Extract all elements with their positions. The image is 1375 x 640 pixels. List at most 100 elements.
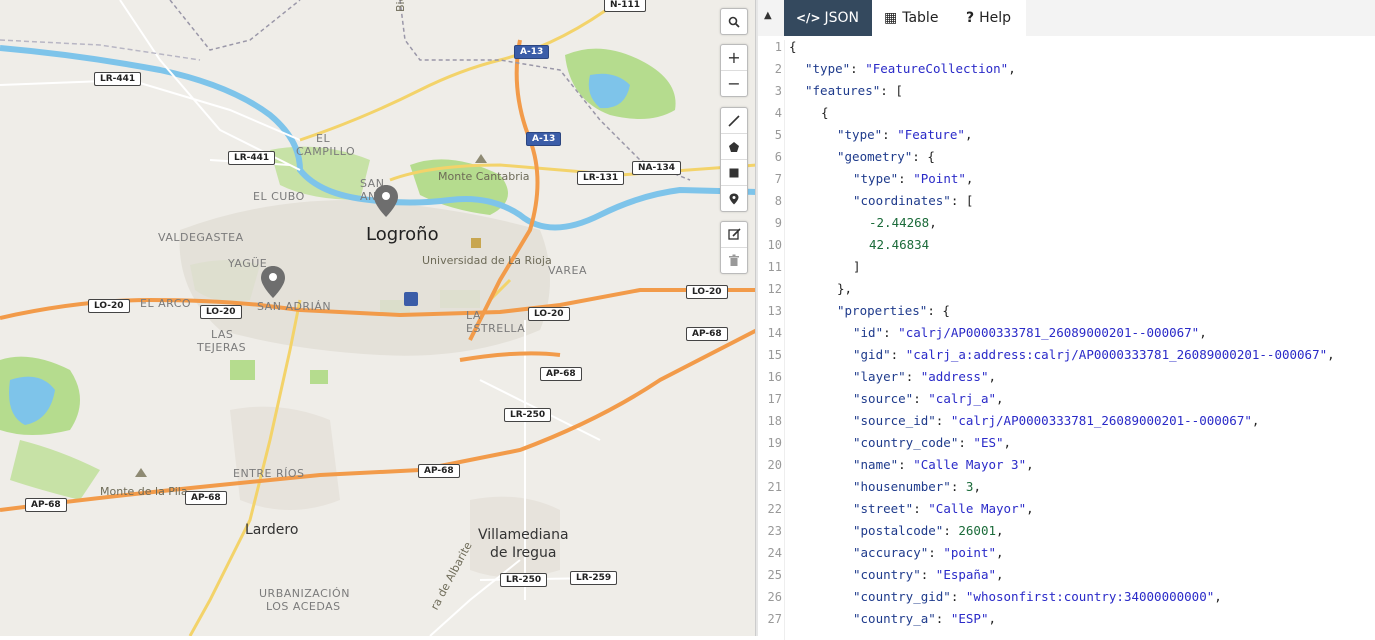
json-punct: , [929, 215, 937, 230]
code-line: "type": "Point", [789, 171, 973, 186]
city-logrono: Logroño [366, 224, 439, 245]
json-punct: : [882, 127, 898, 142]
json-string: "España" [935, 567, 997, 582]
tab-help[interactable]: ? Help [954, 0, 1026, 36]
json-punct: : [898, 457, 914, 472]
json-key: "source" [853, 391, 914, 406]
json-punct: , [964, 127, 973, 142]
draw-marker-button[interactable] [721, 186, 747, 211]
road-ap68-d: AP-68 [185, 491, 227, 505]
road-lr441-b: LR-441 [228, 151, 276, 165]
json-key: "properties" [837, 303, 928, 318]
code-line: "type": "Feature", [789, 127, 972, 142]
json-key: "postalcode" [853, 523, 944, 538]
district-san-adrian: SAN ADRIÁN [257, 300, 332, 313]
json-punct: , [996, 391, 1004, 406]
line-number: 18 [767, 414, 782, 428]
district-las-tejeras-1: LAS [211, 328, 234, 341]
district-entre-rios: ENTRE RÍOS [233, 467, 305, 480]
district-valdegastea: VALDEGASTEA [158, 231, 244, 244]
road-n111: N-111 [604, 0, 647, 12]
tab-help-label: Help [979, 10, 1012, 26]
code-line: "source_id": "calrj/AP0000333781_2608900… [789, 413, 1259, 428]
line-number: 2 [774, 62, 782, 76]
json-punct: ] [853, 259, 861, 274]
code-line: "id": "calrj/AP0000333781_26089000201--0… [789, 325, 1207, 340]
district-las-tejeras-2: TEJERAS [197, 341, 247, 354]
json-string: "Point" [913, 171, 966, 186]
json-punct: , [1251, 413, 1260, 428]
json-punct: }, [837, 281, 853, 296]
json-punct: : [950, 479, 966, 494]
json-key: "layer" [853, 369, 906, 384]
map-marker-icon[interactable] [260, 265, 286, 299]
json-string: "FeatureCollection" [865, 61, 1009, 76]
road-ap68-c: AP-68 [418, 464, 460, 478]
search-icon [728, 16, 740, 28]
json-punct: : [958, 435, 974, 450]
draw-polygon-button[interactable] [721, 134, 747, 160]
edit-control [720, 221, 748, 274]
json-key: "country" [853, 567, 921, 582]
code-line: "country": "España", [789, 567, 1004, 582]
line-number: 3 [774, 84, 782, 98]
map-view[interactable]: EL CAMPILLO EL CUBO SAN ANTO VALDEGASTEA… [0, 0, 757, 636]
trash-icon [729, 254, 739, 266]
delete-button[interactable] [721, 248, 747, 273]
code-line: "coordinates": [ [789, 193, 973, 208]
road-lr250-b: LR-250 [500, 573, 548, 587]
code-line: -2.44268, [789, 215, 937, 230]
tab-table[interactable]: ▦ Table [872, 0, 954, 36]
draw-control [720, 107, 748, 212]
zoom-in-button[interactable]: + [721, 45, 747, 71]
zoom-out-button[interactable]: − [721, 71, 747, 96]
json-number: -2.44268 [869, 215, 930, 230]
code-line: "country_gid": "whosonfirst:country:3400… [789, 589, 1222, 604]
plus-icon: + [727, 48, 741, 67]
line-number: 25 [767, 568, 782, 582]
tab-json[interactable]: </> JSON [784, 0, 872, 36]
json-punct: , [973, 479, 981, 494]
json-string: "ES" [973, 435, 1004, 450]
map-marker-icon[interactable] [373, 184, 399, 218]
line-number: 23 [767, 524, 782, 538]
json-key: "coordinates" [853, 193, 951, 208]
search-button[interactable] [721, 9, 747, 34]
json-punct: : [935, 611, 951, 626]
draw-line-button[interactable] [721, 108, 747, 134]
polygon-icon [729, 141, 739, 152]
code-line: "country_code": "ES", [789, 435, 1011, 450]
edit-button[interactable] [721, 222, 747, 248]
edit-icon [727, 228, 741, 240]
line-number: 19 [767, 436, 782, 450]
json-string: "whosonfirst:country:34000000000" [965, 589, 1215, 604]
json-string: "Calle Mayor 3" [913, 457, 1027, 472]
code-icon: </> [796, 11, 821, 25]
code-line: "name": "Calle Mayor 3", [789, 457, 1034, 472]
code-line: "street": "Calle Mayor", [789, 501, 1034, 516]
json-string: "calrj/AP0000333781_26089000201--000067" [898, 325, 1200, 340]
json-string: "address" [920, 369, 989, 384]
line-number: 15 [767, 348, 782, 362]
line-number: 7 [774, 172, 782, 186]
draw-rectangle-button[interactable] [721, 160, 747, 186]
collapse-icon[interactable]: ▲ [764, 10, 772, 21]
line-number: 24 [767, 546, 782, 560]
line-number: 13 [767, 304, 782, 318]
rectangle-icon [729, 168, 739, 177]
json-key: "type" [837, 127, 883, 142]
line-number: 11 [767, 260, 782, 274]
road-ap68-e: AP-68 [25, 498, 67, 512]
district-el-arco: EL ARCO [140, 297, 192, 310]
line-number: 21 [767, 480, 782, 494]
code-line: "type": "FeatureCollection", [789, 61, 1016, 76]
json-key: "accuracy" [853, 545, 929, 560]
json-punct: : [913, 501, 929, 516]
line-number: 8 [774, 194, 782, 208]
json-punct: : [920, 567, 936, 582]
road-ap68-b: AP-68 [540, 367, 582, 381]
poi-bio: Bio [394, 0, 407, 12]
code-line: "country_a": "ESP", [789, 611, 996, 626]
editor-gutter-divider [784, 40, 785, 640]
json-punct: , [1008, 61, 1016, 76]
